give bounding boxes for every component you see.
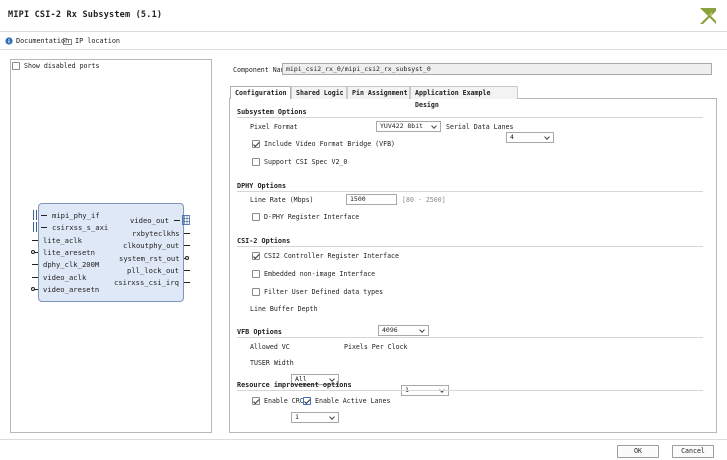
folder-icon [63,38,72,45]
component-name-field[interactable]: mipi_csi2_rx_0/mipi_csi2_rx_subsyst_0 [282,63,712,75]
port-video-out[interactable]: video_out [130,216,169,225]
title-divider [0,31,727,32]
filter-user-defined-label: Filter User Defined data types [264,288,384,296]
port-csirxss-csi-irq[interactable]: csirxss_csi_irq [114,278,179,287]
include-vfb-row[interactable]: Include Video Format Bridge (VFB) [252,140,395,148]
active-low-icon [31,287,35,291]
embedded-non-image-label: Embedded non-image Interface [264,270,376,278]
support-csi-v2-label: Support CSI Spec V2_0 [264,158,348,166]
port-lite-aclk[interactable]: lite_aclk [43,236,82,245]
toolbar-divider [0,49,727,50]
show-disabled-ports-label: Show disabled ports [24,62,100,70]
documentation-label: Documentation [16,37,70,45]
pixel-format-select[interactable]: YUV422 8bit [376,121,441,132]
resource-options-heading: Resource improvement options [237,381,352,389]
pin-stub [184,233,190,235]
section-divider [237,117,703,118]
serial-data-lanes-label: Serial Data Lanes [446,123,514,131]
pixels-per-clock-label: Pixels Per Clock [344,343,408,351]
line-rate-range: [80 - 2500] [402,196,446,204]
tab-shared-logic[interactable]: Shared Logic [291,86,347,99]
csi2-options-heading: CSI-2 Options [237,237,291,245]
vfb-options-heading: VFB Options [237,328,283,336]
mipi-bus-icon [33,210,37,220]
pin-stub [41,227,47,229]
section-divider [237,337,703,338]
csi2-controller-row[interactable]: CSI2 Controller Register Interface [252,252,399,260]
line-rate-label: Line Rate (Mbps) [250,196,314,204]
section-divider [237,390,703,391]
port-clkoutphy-out[interactable]: clkoutphy_out [123,241,179,250]
csi2-controller-checkbox[interactable] [252,252,260,260]
ip-location-label: IP location [75,37,121,45]
axi-bus-icon [33,222,37,232]
info-icon [5,37,13,45]
port-pll-lock-out[interactable]: pll_lock_out [127,266,179,275]
documentation-link[interactable]: Documentation [5,37,69,45]
pin-stub [184,245,190,247]
port-lite-aresetn[interactable]: lite_aresetn [43,248,95,257]
dphy-register-checkbox[interactable] [252,213,260,221]
window-title: MIPI CSI-2 Rx Subsystem (5.1) [8,10,163,20]
embedded-non-image-checkbox[interactable] [252,270,260,278]
video-bus-icon [182,215,190,225]
footer-divider [0,439,727,440]
show-disabled-ports-row[interactable]: Show disabled ports [12,62,99,70]
line-rate-input[interactable]: 1500 [346,194,397,205]
port-video-aclk[interactable]: video_aclk [43,273,86,282]
support-csi-v2-row[interactable]: Support CSI Spec V2_0 [252,158,347,166]
tab-pin-assignment[interactable]: Pin Assignment [347,86,410,99]
include-vfb-checkbox[interactable] [252,140,260,148]
pixel-format-label: Pixel Format [250,123,298,131]
serial-data-lanes-select[interactable]: 4 [506,132,554,143]
tuser-width-select[interactable]: 1 [291,412,339,423]
enable-active-lanes-row[interactable]: Enable Active Lanes [303,397,390,405]
active-low-icon [185,256,189,260]
pin-stub [41,215,47,217]
port-csirxss-s-axi[interactable]: csirxss_s_axi [52,223,108,232]
cancel-button[interactable]: Cancel [672,445,714,458]
component-name-label: Component Name [233,66,289,74]
tuser-width-label: TUSER Width [250,359,294,367]
line-buffer-depth-label: Line Buffer Depth [250,305,318,313]
tab-configuration[interactable]: Configuration [230,86,291,99]
pin-stub [32,264,38,266]
include-vfb-label: Include Video Format Bridge (VFB) [264,140,396,148]
enable-crc-row[interactable]: Enable CRC [252,397,304,405]
dphy-options-heading: DPHY Options [237,182,287,190]
port-video-aresetn[interactable]: video_aresetn [43,285,99,294]
filter-user-defined-row[interactable]: Filter User Defined data types [252,288,383,296]
dphy-register-label: D-PHY Register Interface [264,213,360,221]
section-divider [237,246,703,247]
tab-application-example-design[interactable]: Application Example Design [410,86,518,109]
embedded-non-image-row[interactable]: Embedded non-image Interface [252,270,375,278]
enable-active-lanes-checkbox[interactable] [303,397,311,405]
pin-stub [32,277,38,279]
enable-active-lanes-label: Enable Active Lanes [315,397,391,405]
support-csi-v2-checkbox[interactable] [252,158,260,166]
enable-crc-label: Enable CRC [264,397,304,405]
dphy-register-row[interactable]: D-PHY Register Interface [252,213,359,221]
port-system-rst-out[interactable]: system_rst_out [119,254,180,263]
xilinx-logo-icon [700,8,716,24]
port-dphy-clk-200m[interactable]: dphy_clk_200M [43,260,99,269]
pin-stub [174,220,180,222]
ok-button[interactable]: OK [617,445,659,458]
csi2-controller-label: CSI2 Controller Register Interface [264,252,399,260]
pin-stub [184,282,190,284]
pin-stub [32,240,38,242]
ip-location-link[interactable]: IP location [63,37,120,45]
enable-crc-checkbox[interactable] [252,397,260,405]
port-mipi-phy-if[interactable]: mipi_phy_if [52,211,100,220]
show-disabled-ports-checkbox[interactable] [12,62,20,70]
allowed-vc-label: Allowed VC [250,343,290,351]
line-buffer-depth-select[interactable]: 4096 [378,325,429,336]
pin-stub [184,270,190,272]
subsystem-options-heading: Subsystem Options [237,108,307,116]
section-divider [237,191,703,192]
port-rxbyteclkhs[interactable]: rxbyteclkhs [132,229,180,238]
active-low-icon [31,250,35,254]
filter-user-defined-checkbox[interactable] [252,288,260,296]
